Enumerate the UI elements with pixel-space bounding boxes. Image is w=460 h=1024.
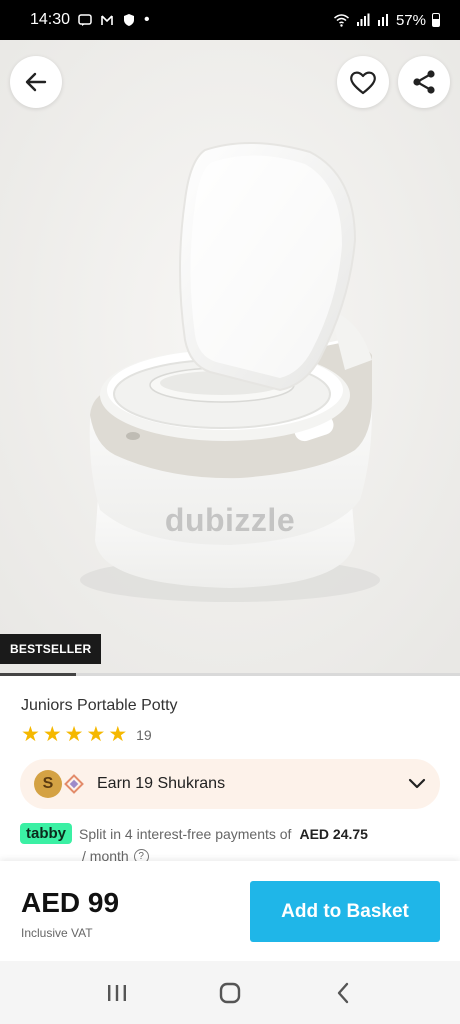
bestseller-badge: BESTSELLER xyxy=(0,634,102,664)
image-progress-fill xyxy=(0,673,76,676)
tabby-installment: tabby Split in 4 interest-free payments … xyxy=(20,823,368,844)
tabby-split-text: Split in 4 interest-free payments of xyxy=(79,825,292,842)
battery-percent: 57% xyxy=(395,11,426,29)
favorite-button[interactable] xyxy=(337,56,389,108)
system-nav-bar xyxy=(0,961,460,1024)
status-time: 14:30 xyxy=(30,11,71,28)
shukran-rewards-row[interactable]: S Earn 19 Shukrans xyxy=(20,759,440,809)
heart-icon xyxy=(350,71,376,95)
chevron-down-icon xyxy=(408,778,426,789)
battery-icon xyxy=(432,13,440,27)
back-nav-icon xyxy=(338,982,349,1003)
star-icon: ★ xyxy=(42,723,62,746)
product-title: Juniors Portable Potty xyxy=(21,697,178,714)
vat-note: Inclusive VAT xyxy=(21,926,93,940)
status-bar: 14:30 • 57% xyxy=(0,0,460,40)
share-icon xyxy=(413,70,435,94)
star-icon: ★ xyxy=(108,723,128,746)
signal-icon-2 xyxy=(377,14,388,26)
purchase-bar: AED 99 Inclusive VAT Add to Basket xyxy=(0,861,460,961)
chat-notification-icon xyxy=(78,14,92,26)
product-image-gallery[interactable]: dubizzle BESTSELLER xyxy=(0,40,460,676)
recents-icon xyxy=(107,984,126,1001)
shield-icon xyxy=(124,14,135,26)
shukran-diamond-icon xyxy=(64,774,84,794)
shukran-coin-icon: S xyxy=(34,770,62,798)
back-nav-button[interactable] xyxy=(323,973,363,1013)
wifi-icon xyxy=(333,14,349,27)
dot-icon: • xyxy=(144,11,150,28)
tabby-logo: tabby xyxy=(20,823,73,844)
share-button[interactable] xyxy=(398,56,450,108)
rating-count: 19 xyxy=(136,727,152,743)
mi-notification-icon xyxy=(101,15,113,25)
signal-icon xyxy=(356,13,370,26)
home-button[interactable] xyxy=(210,973,250,1013)
product-page: 14:30 • 57% dubizzle BESTSELLER Juniors … xyxy=(0,0,460,1024)
star-icon: ★ xyxy=(64,723,84,746)
rating[interactable]: ★ ★ ★ ★ ★ 19 xyxy=(21,724,152,746)
dubizzle-watermark: dubizzle xyxy=(164,502,296,538)
add-to-basket-button[interactable]: Add to Basket xyxy=(250,881,440,942)
back-button[interactable] xyxy=(10,56,62,108)
product-image xyxy=(0,40,460,676)
price: AED 99 xyxy=(21,887,120,918)
star-icon: ★ xyxy=(86,723,106,746)
tabby-installment-amount: AED 24.75 xyxy=(299,825,368,842)
back-arrow-icon xyxy=(25,72,47,92)
shukran-text: Earn 19 Shukrans xyxy=(97,775,226,792)
image-progress-track xyxy=(0,673,460,676)
recents-button[interactable] xyxy=(97,973,137,1013)
home-icon xyxy=(219,982,241,1003)
star-icon: ★ xyxy=(21,723,40,746)
